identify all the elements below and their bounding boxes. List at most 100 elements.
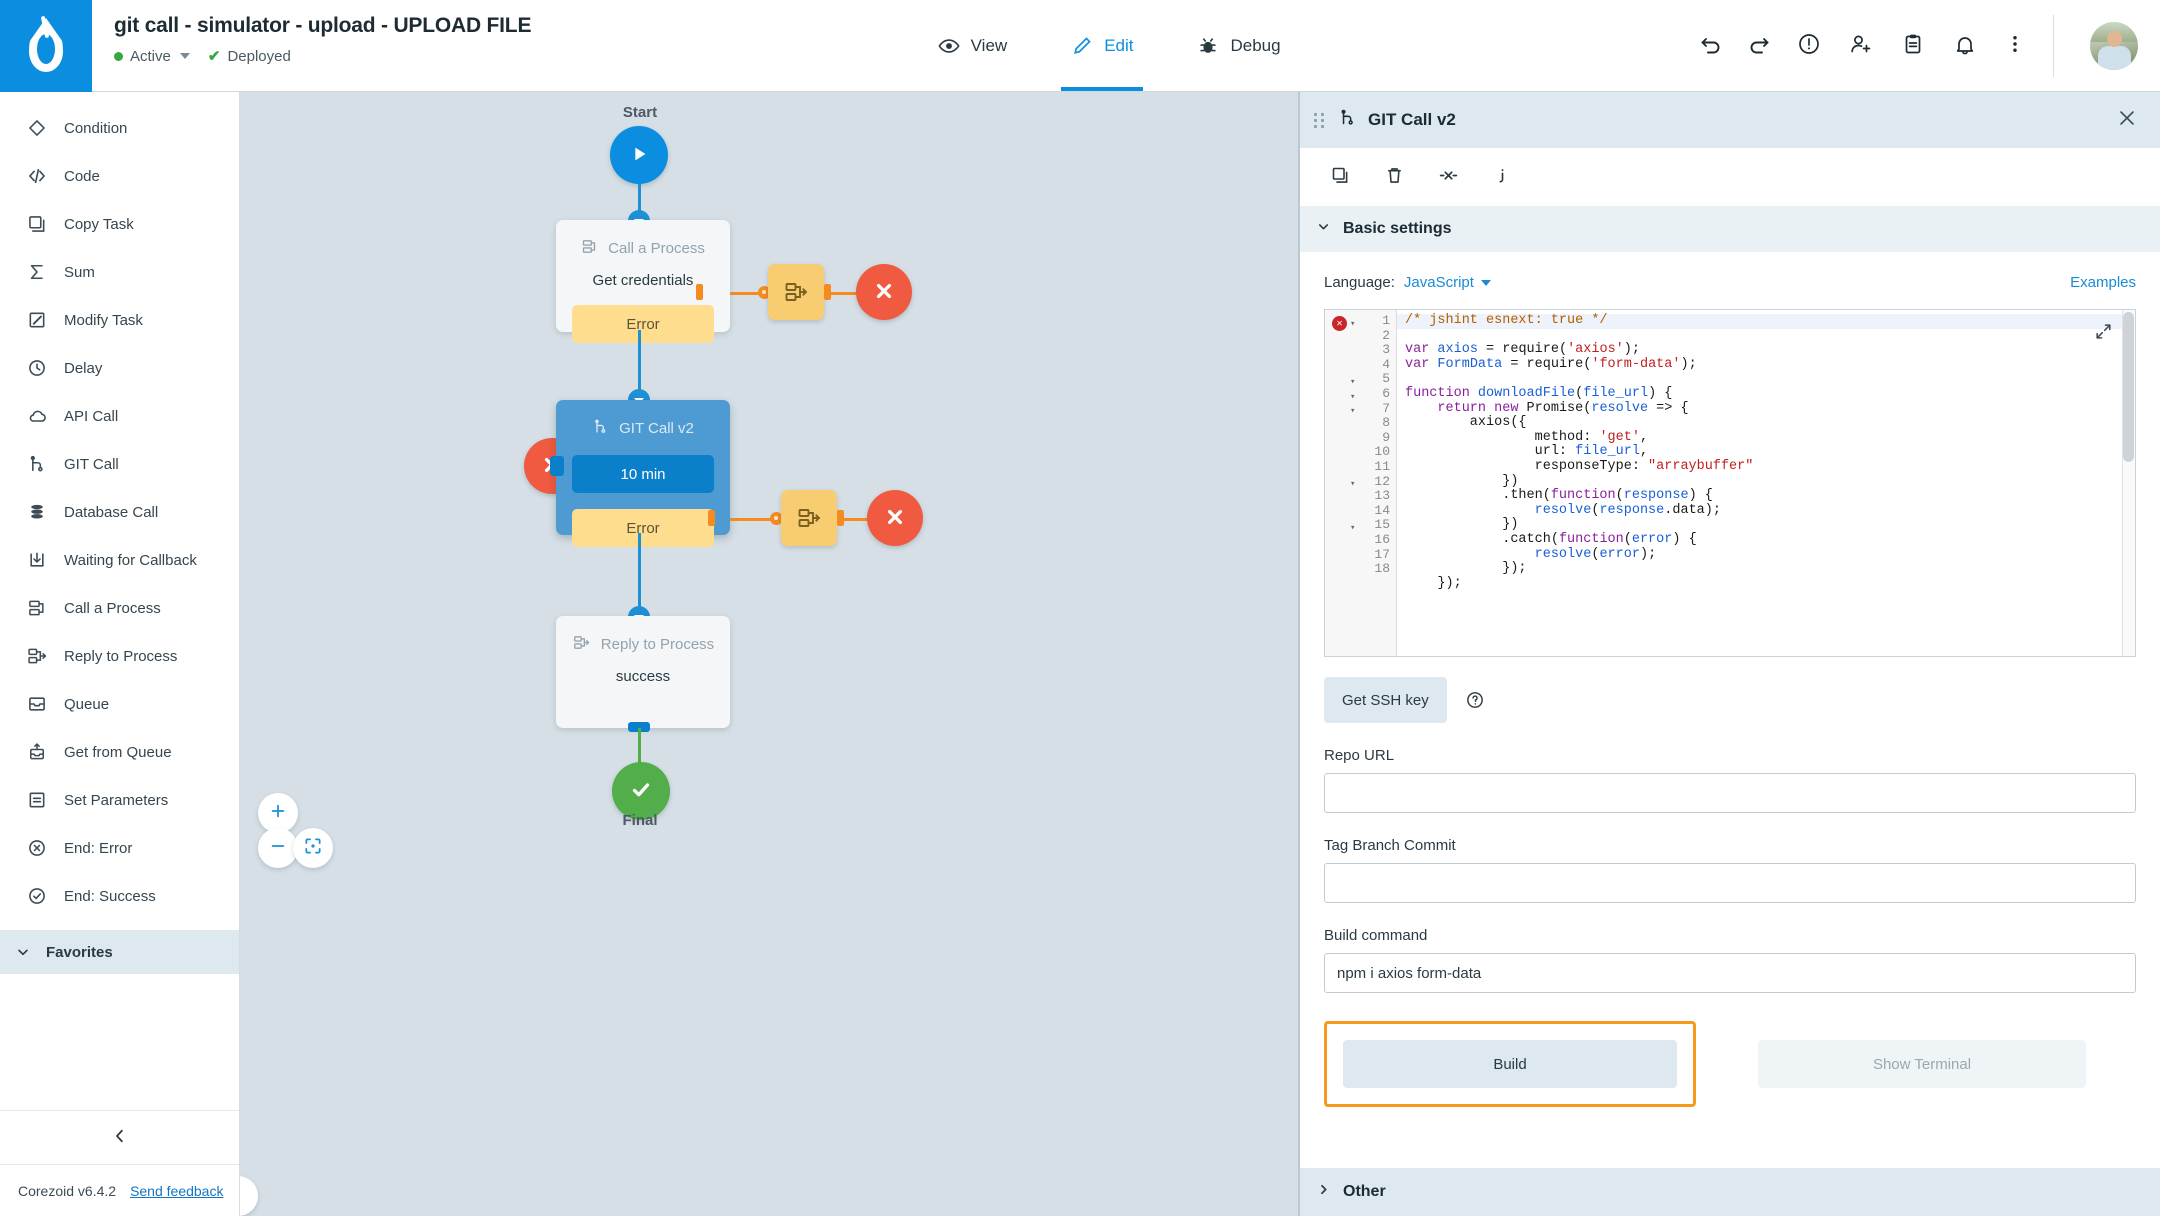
sidebar-item-get-from-queue[interactable]: Get from Queue — [0, 728, 239, 776]
sidebar-footer: Corezoid v6.4.2 Send feedback — [0, 1164, 239, 1216]
flow-canvas[interactable]: Start Call a Process Get credentials Err… — [240, 92, 1298, 1216]
code-editor[interactable]: ✕ ▾ ▾ ▾ ▾ ▾ ▾ 1 2 3 4 5 6 7 8 9 10 11 12… — [1324, 309, 2136, 657]
get-ssh-key-button[interactable]: Get SSH key — [1324, 677, 1447, 723]
node-call-a-process[interactable]: Call a Process Get credentials Error — [556, 220, 730, 343]
error-marker-icon[interactable]: ✕ — [1332, 316, 1347, 331]
sidebar-item-queue[interactable]: Queue — [0, 680, 239, 728]
examples-link[interactable]: Examples — [2070, 274, 2136, 291]
sidebar-item-code[interactable]: Code — [0, 152, 239, 200]
sidebar-item-reply-to-process[interactable]: Reply to Process — [0, 632, 239, 680]
editor-scroll-thumb[interactable] — [2123, 312, 2134, 462]
sidebar-collapse-button[interactable] — [0, 1110, 239, 1164]
node-info-button[interactable] — [1480, 155, 1524, 199]
add-user-button[interactable] — [1835, 0, 1887, 92]
version-label: Corezoid v6.4.2 — [18, 1182, 117, 1199]
sidebar-label: Condition — [64, 119, 128, 137]
sidebar-label: GIT Call — [64, 455, 119, 473]
clipboard-button[interactable] — [1887, 0, 1939, 92]
language-select[interactable]: JavaScript — [1404, 274, 1474, 291]
section-basic-settings[interactable]: Basic settings — [1300, 206, 2160, 252]
editor-line-numbers: 1 2 3 4 5 6 7 8 9 10 11 12 13 14 15 16 1… — [1363, 310, 1397, 656]
drag-handle-icon[interactable] — [1314, 112, 1326, 128]
expand-editor-button[interactable] — [2094, 322, 2113, 346]
start-node[interactable] — [610, 126, 668, 184]
git-branch-icon — [26, 453, 48, 475]
more-options-button[interactable] — [1991, 0, 2039, 92]
build-command-input[interactable] — [1324, 953, 2136, 993]
edit-square-icon — [26, 309, 48, 331]
sidebar-item-modify-task[interactable]: Modify Task — [0, 296, 239, 344]
sidebar-item-copy-task[interactable]: Copy Task — [0, 200, 239, 248]
undo-button[interactable] — [1687, 0, 1735, 92]
sidebar-item-end-success[interactable]: End: Success — [0, 872, 239, 920]
fit-to-screen-button[interactable] — [293, 828, 333, 868]
avatar[interactable] — [2090, 21, 2138, 70]
page-title: git call - simulator - upload - UPLOAD F… — [114, 14, 532, 37]
node-end-error-1[interactable] — [856, 264, 912, 320]
tab-debug-label: Debug — [1230, 35, 1281, 55]
play-icon — [628, 143, 650, 168]
fit-to-screen-icon — [303, 836, 323, 861]
editor-code[interactable]: /* jshint esnext: true */ var axios = re… — [1397, 310, 2135, 656]
show-terminal-button[interactable]: Show Terminal — [1758, 1040, 2086, 1088]
sidebar-label: Modify Task — [64, 311, 143, 329]
favorites-section-toggle[interactable]: Favorites — [0, 930, 239, 974]
build-button[interactable]: Build — [1343, 1040, 1677, 1088]
node-palette: Condition Code Copy Task Sum Modify Task — [0, 92, 239, 920]
alerts-button[interactable] — [1783, 0, 1835, 92]
node-reply-to-process[interactable]: Reply to Process success — [556, 616, 730, 728]
close-panel-button[interactable] — [2116, 107, 2138, 133]
node-chip-error[interactable]: Error — [572, 509, 714, 547]
section-other[interactable]: Other — [1300, 1168, 2160, 1216]
repo-url-input[interactable] — [1324, 773, 2136, 813]
delete-node-button[interactable] — [1372, 155, 1416, 199]
notifications-button[interactable] — [1939, 0, 1991, 92]
build-command-label: Build command — [1324, 927, 1428, 944]
node-chip-error[interactable]: Error — [572, 305, 714, 343]
sidebar-item-end-error[interactable]: End: Error — [0, 824, 239, 872]
sidebar-item-call-a-process[interactable]: Call a Process — [0, 584, 239, 632]
panel-body: Language: JavaScript Examples ✕ ▾ ▾ ▾ ▾ … — [1300, 252, 2160, 1168]
panel-toolbar — [1300, 148, 2160, 206]
sidebar-item-api-call[interactable]: API Call — [0, 392, 239, 440]
check-circle-icon — [26, 885, 48, 907]
tab-edit[interactable]: Edit — [1061, 0, 1144, 91]
sidebar-item-sum[interactable]: Sum — [0, 248, 239, 296]
tab-debug[interactable]: Debug — [1193, 0, 1284, 91]
copy-icon — [1330, 165, 1351, 189]
copy-node-button[interactable] — [1318, 155, 1362, 199]
sidebar-item-waiting-for-callback[interactable]: Waiting for Callback — [0, 536, 239, 584]
sidebar-item-set-parameters[interactable]: Set Parameters — [0, 776, 239, 824]
chevron-down-icon — [1480, 279, 1491, 286]
sidebar-label: Database Call — [64, 503, 159, 521]
node-end-error-2[interactable] — [867, 490, 923, 546]
clock-icon — [26, 357, 48, 379]
editor-scrollbar[interactable] — [2122, 310, 2135, 656]
sidebar-label: End: Error — [64, 839, 133, 857]
tag-branch-commit-input[interactable] — [1324, 863, 2136, 903]
app-logo[interactable] — [0, 0, 92, 92]
code-brackets-icon — [26, 165, 48, 187]
sidebar-item-condition[interactable]: Condition — [0, 104, 239, 152]
node-reply-escalation-1[interactable] — [768, 264, 824, 320]
zoom-in-button[interactable] — [258, 793, 298, 833]
node-chip-timeout[interactable]: 10 min — [572, 455, 714, 493]
chip-port — [696, 284, 703, 300]
favorites-label: Favorites — [46, 943, 113, 961]
question-circle-icon[interactable] — [1465, 690, 1485, 710]
tab-view[interactable]: View — [934, 0, 1012, 91]
sidebar-item-git-call[interactable]: GIT Call — [0, 440, 239, 488]
cut-link-button[interactable] — [1426, 155, 1470, 199]
sidebar-item-database-call[interactable]: Database Call — [0, 488, 239, 536]
corezoid-logo-icon — [25, 15, 67, 74]
x-circle-icon — [26, 837, 48, 859]
zoom-out-button[interactable] — [258, 828, 298, 868]
process-arrow-icon — [26, 645, 48, 667]
sidebar-item-delay[interactable]: Delay — [0, 344, 239, 392]
status-active-dropdown[interactable]: Active — [114, 48, 190, 65]
node-reply-escalation-2[interactable] — [781, 490, 837, 546]
node-settings-panel: GIT Call v2 Basic settings Language: Jav… — [1298, 92, 2160, 1216]
redo-button[interactable] — [1735, 0, 1783, 92]
send-feedback-link[interactable]: Send feedback — [130, 1183, 223, 1199]
node-git-call-v2[interactable]: GIT Call v2 10 min Error — [556, 400, 730, 547]
